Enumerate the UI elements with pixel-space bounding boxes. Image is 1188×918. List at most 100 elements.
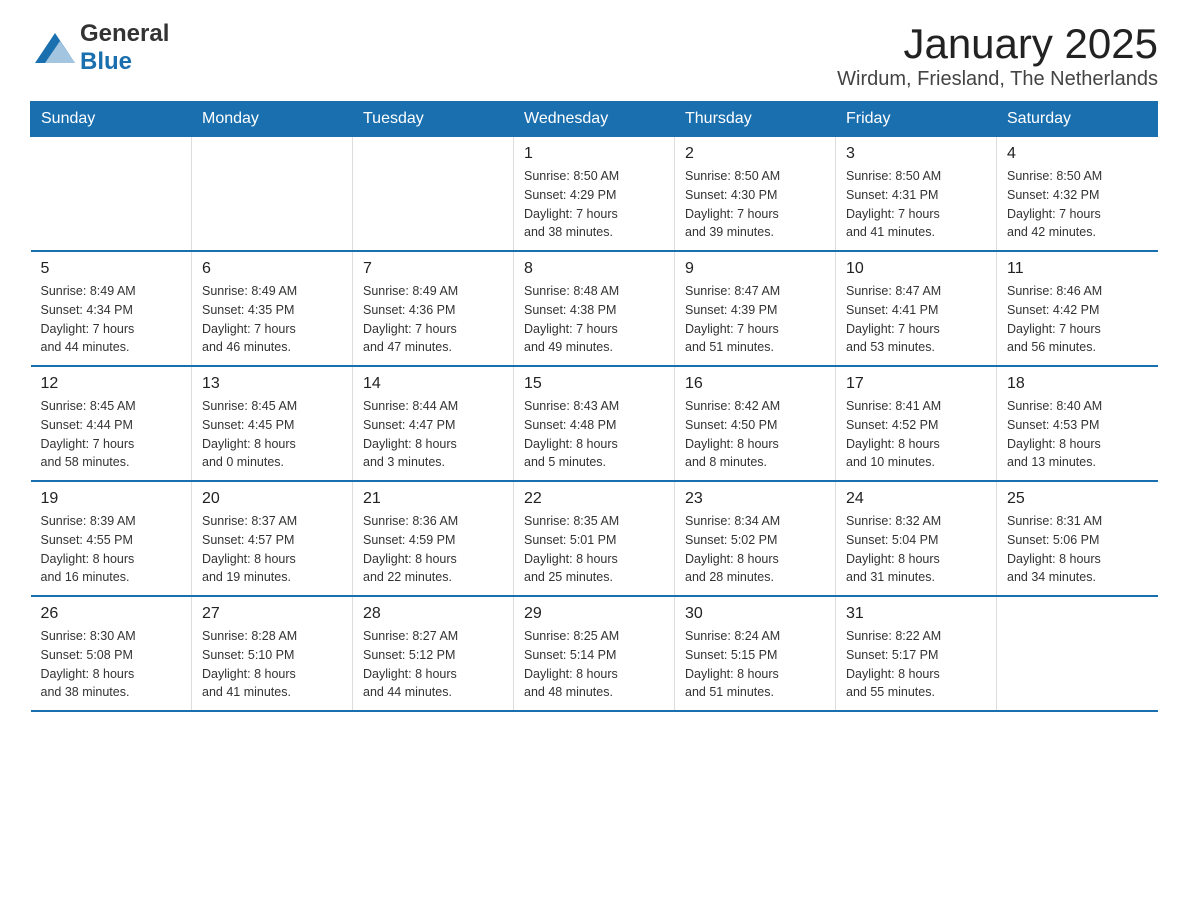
day-number: 7: [363, 260, 503, 278]
calendar-cell: 28Sunrise: 8:27 AM Sunset: 5:12 PM Dayli…: [353, 596, 514, 711]
day-number: 8: [524, 260, 664, 278]
calendar-cell: 31 Sunrise: 8:22 AM Sunset: 5:17 PM Dayli…: [836, 596, 997, 711]
day-number: 20: [202, 490, 342, 508]
day-info: Sunrise: 8:47 AM Sunset: 4:41 PM Dayligh…: [846, 282, 986, 357]
header-day-friday: Friday: [836, 102, 997, 137]
calendar-cell: 15 Sunrise: 8:43 AM Sunset: 4:48 PM Dayli…: [514, 366, 675, 481]
day-number: 22: [524, 490, 664, 508]
day-number: 29: [524, 605, 664, 623]
title-block: January 2025 Wirdum, Friesland, The Neth…: [837, 20, 1158, 91]
day-info: Sunrise: 8:25 AM Sunset: 5:14 PM Dayligh…: [524, 627, 664, 702]
calendar-cell: 4 Sunrise: 8:50 AM Sunset: 4:32 PM Daylig…: [997, 137, 1158, 252]
day-number: 3: [846, 145, 986, 163]
day-info: Sunrise: 8:49 AM Sunset: 4:36 PM Dayligh…: [363, 282, 503, 357]
calendar-cell: 9 Sunrise: 8:47 AM Sunset: 4:39 PM Daylig…: [675, 251, 836, 366]
day-number: 1: [524, 145, 664, 163]
day-info: Sunrise: 8:39 AM Sunset: 4:55 PM Dayligh…: [41, 512, 182, 587]
calendar-cell: 27 Sunrise: 8:28 AM Sunset: 5:10 PM Dayli…: [192, 596, 353, 711]
day-number: 9: [685, 260, 825, 278]
day-number: 17: [846, 375, 986, 393]
day-info: Sunrise: 8:36 AM Sunset: 4:59 PM Dayligh…: [363, 512, 503, 587]
day-number: 27: [202, 605, 342, 623]
calendar-cell: 3 Sunrise: 8:50 AM Sunset: 4:31 PM Daylig…: [836, 137, 997, 252]
calendar-cell: 2 Sunrise: 8:50 AM Sunset: 4:30 PM Daylig…: [675, 137, 836, 252]
day-info: Sunrise: 8:22 AM Sunset: 5:17 PM Dayligh…: [846, 627, 986, 702]
calendar-cell: 13Sunrise: 8:45 AM Sunset: 4:45 PM Dayli…: [192, 366, 353, 481]
day-info: Sunrise: 8:46 AM Sunset: 4:42 PM Dayligh…: [1007, 282, 1148, 357]
day-number: 6: [202, 260, 342, 278]
header-row: SundayMondayTuesdayWednesdayThursdayFrid…: [31, 102, 1158, 137]
day-info: Sunrise: 8:32 AM Sunset: 5:04 PM Dayligh…: [846, 512, 986, 587]
calendar-cell: 10Sunrise: 8:47 AM Sunset: 4:41 PM Dayli…: [836, 251, 997, 366]
calendar-cell: 17Sunrise: 8:41 AM Sunset: 4:52 PM Dayli…: [836, 366, 997, 481]
calendar-cell: 8 Sunrise: 8:48 AM Sunset: 4:38 PM Daylig…: [514, 251, 675, 366]
day-info: Sunrise: 8:50 AM Sunset: 4:32 PM Dayligh…: [1007, 167, 1148, 242]
day-number: 24: [846, 490, 986, 508]
header-day-thursday: Thursday: [675, 102, 836, 137]
day-info: Sunrise: 8:37 AM Sunset: 4:57 PM Dayligh…: [202, 512, 342, 587]
calendar-cell: 12Sunrise: 8:45 AM Sunset: 4:44 PM Dayli…: [31, 366, 192, 481]
page-header: General Blue January 2025 Wirdum, Friesl…: [30, 20, 1158, 91]
day-number: 26: [41, 605, 182, 623]
day-number: 4: [1007, 145, 1148, 163]
calendar-cell: 16Sunrise: 8:42 AM Sunset: 4:50 PM Dayli…: [675, 366, 836, 481]
logo: General Blue: [30, 20, 169, 76]
calendar-week-1: 5 Sunrise: 8:49 AM Sunset: 4:34 PM Daylig…: [31, 251, 1158, 366]
day-number: 31: [846, 605, 986, 623]
day-info: Sunrise: 8:50 AM Sunset: 4:29 PM Dayligh…: [524, 167, 664, 242]
logo-icon: [30, 23, 80, 73]
day-info: Sunrise: 8:42 AM Sunset: 4:50 PM Dayligh…: [685, 397, 825, 472]
calendar-cell: [997, 596, 1158, 711]
logo-blue-text: Blue: [80, 48, 132, 75]
day-info: Sunrise: 8:50 AM Sunset: 4:30 PM Dayligh…: [685, 167, 825, 242]
calendar-cell: 30Sunrise: 8:24 AM Sunset: 5:15 PM Dayli…: [675, 596, 836, 711]
day-number: 28: [363, 605, 503, 623]
day-number: 19: [41, 490, 182, 508]
calendar-cell: 29 Sunrise: 8:25 AM Sunset: 5:14 PM Dayli…: [514, 596, 675, 711]
page-subtitle: Wirdum, Friesland, The Netherlands: [837, 68, 1158, 91]
calendar-cell: 22Sunrise: 8:35 AM Sunset: 5:01 PM Dayli…: [514, 481, 675, 596]
calendar-week-0: 1 Sunrise: 8:50 AM Sunset: 4:29 PM Daylig…: [31, 137, 1158, 252]
day-number: 13: [202, 375, 342, 393]
calendar-cell: 26 Sunrise: 8:30 AM Sunset: 5:08 PM Dayli…: [31, 596, 192, 711]
day-info: Sunrise: 8:43 AM Sunset: 4:48 PM Dayligh…: [524, 397, 664, 472]
day-number: 23: [685, 490, 825, 508]
day-number: 15: [524, 375, 664, 393]
day-info: Sunrise: 8:49 AM Sunset: 4:34 PM Dayligh…: [41, 282, 182, 357]
day-number: 11: [1007, 260, 1148, 278]
calendar-header: SundayMondayTuesdayWednesdayThursdayFrid…: [31, 102, 1158, 137]
calendar-cell: 5 Sunrise: 8:49 AM Sunset: 4:34 PM Daylig…: [31, 251, 192, 366]
header-day-tuesday: Tuesday: [353, 102, 514, 137]
day-info: Sunrise: 8:40 AM Sunset: 4:53 PM Dayligh…: [1007, 397, 1148, 472]
calendar-cell: [31, 137, 192, 252]
day-info: Sunrise: 8:24 AM Sunset: 5:15 PM Dayligh…: [685, 627, 825, 702]
day-number: 5: [41, 260, 182, 278]
calendar-cell: 25Sunrise: 8:31 AM Sunset: 5:06 PM Dayli…: [997, 481, 1158, 596]
day-info: Sunrise: 8:31 AM Sunset: 5:06 PM Dayligh…: [1007, 512, 1148, 587]
day-number: 14: [363, 375, 503, 393]
calendar-cell: [192, 137, 353, 252]
day-info: Sunrise: 8:45 AM Sunset: 4:44 PM Dayligh…: [41, 397, 182, 472]
calendar-body: 1 Sunrise: 8:50 AM Sunset: 4:29 PM Daylig…: [31, 137, 1158, 712]
calendar-cell: 20 Sunrise: 8:37 AM Sunset: 4:57 PM Dayli…: [192, 481, 353, 596]
day-info: Sunrise: 8:48 AM Sunset: 4:38 PM Dayligh…: [524, 282, 664, 357]
calendar-week-2: 12Sunrise: 8:45 AM Sunset: 4:44 PM Dayli…: [31, 366, 1158, 481]
calendar-table: SundayMondayTuesdayWednesdayThursdayFrid…: [30, 101, 1158, 712]
day-number: 2: [685, 145, 825, 163]
day-info: Sunrise: 8:49 AM Sunset: 4:35 PM Dayligh…: [202, 282, 342, 357]
header-day-wednesday: Wednesday: [514, 102, 675, 137]
calendar-cell: 19 Sunrise: 8:39 AM Sunset: 4:55 PM Dayli…: [31, 481, 192, 596]
calendar-cell: 21Sunrise: 8:36 AM Sunset: 4:59 PM Dayli…: [353, 481, 514, 596]
day-info: Sunrise: 8:44 AM Sunset: 4:47 PM Dayligh…: [363, 397, 503, 472]
calendar-cell: 24 Sunrise: 8:32 AM Sunset: 5:04 PM Dayli…: [836, 481, 997, 596]
calendar-cell: 7 Sunrise: 8:49 AM Sunset: 4:36 PM Daylig…: [353, 251, 514, 366]
day-info: Sunrise: 8:47 AM Sunset: 4:39 PM Dayligh…: [685, 282, 825, 357]
day-info: Sunrise: 8:30 AM Sunset: 5:08 PM Dayligh…: [41, 627, 182, 702]
day-info: Sunrise: 8:50 AM Sunset: 4:31 PM Dayligh…: [846, 167, 986, 242]
header-day-monday: Monday: [192, 102, 353, 137]
header-day-saturday: Saturday: [997, 102, 1158, 137]
header-day-sunday: Sunday: [31, 102, 192, 137]
day-info: Sunrise: 8:28 AM Sunset: 5:10 PM Dayligh…: [202, 627, 342, 702]
day-number: 18: [1007, 375, 1148, 393]
day-info: Sunrise: 8:34 AM Sunset: 5:02 PM Dayligh…: [685, 512, 825, 587]
